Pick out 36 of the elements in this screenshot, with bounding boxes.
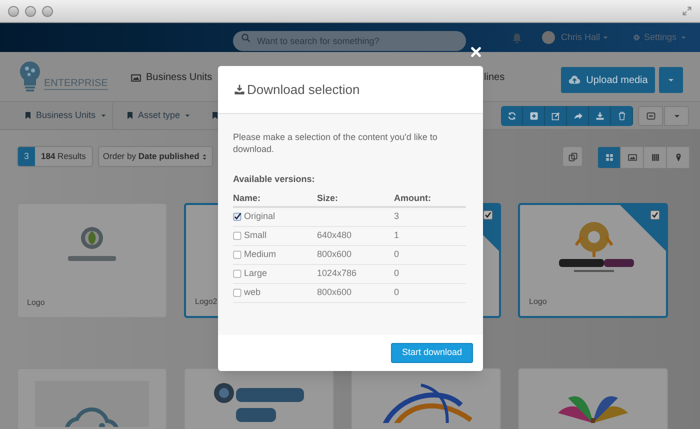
versions-heading: Available versions: bbox=[233, 173, 316, 186]
upload-media-button[interactable]: Upload media bbox=[561, 67, 655, 93]
asset-card[interactable]: Logo bbox=[518, 203, 668, 318]
version-size: 800x600 bbox=[317, 248, 353, 261]
version-amount: 0 bbox=[394, 286, 400, 299]
column-header: Name: bbox=[233, 192, 262, 205]
modal-description: Please make a selection of the content you'd like to download. bbox=[233, 131, 438, 155]
card-label: Logo bbox=[27, 297, 45, 309]
user-menu[interactable]: Chris Hall bbox=[561, 30, 610, 44]
version-amount: 3 bbox=[394, 210, 400, 223]
logo-text: ENTERPRISE bbox=[44, 78, 108, 90]
version-amount: 0 bbox=[394, 266, 400, 280]
version-size: 1024x786 bbox=[317, 266, 358, 280]
version-amount: 0 bbox=[394, 248, 400, 261]
filter-dropdown[interactable]: Asset type bbox=[126, 108, 192, 122]
start-download-button[interactable]: Start download bbox=[390, 343, 473, 363]
filter-dropdown[interactable]: Business Units bbox=[24, 108, 107, 122]
column-header: Amount: bbox=[394, 192, 432, 205]
asset-card[interactable]: Logo bbox=[17, 203, 167, 318]
order-by-dropdown[interactable]: Order by Date published bbox=[98, 146, 214, 167]
version-name: Original bbox=[244, 210, 276, 223]
column-header: Size: bbox=[317, 192, 340, 205]
version-name: Large bbox=[244, 266, 268, 280]
version-size: 800x600 bbox=[317, 286, 353, 299]
version-name: web bbox=[244, 286, 261, 299]
version-size: 640x480 bbox=[317, 228, 353, 242]
nav-link[interactable]: lines bbox=[484, 70, 505, 85]
selected-count-badge: 3 bbox=[18, 147, 35, 166]
version-amount: 1 bbox=[394, 228, 400, 242]
card-label: Logo2 bbox=[195, 296, 218, 308]
version-name: Small bbox=[244, 228, 267, 242]
results-count: 184 Results bbox=[40, 150, 87, 163]
modal-title: Download selection bbox=[247, 80, 360, 99]
version-name: Medium bbox=[244, 248, 276, 261]
nav-link[interactable]: Business Units bbox=[131, 70, 212, 85]
card-label: Logo bbox=[529, 296, 547, 308]
